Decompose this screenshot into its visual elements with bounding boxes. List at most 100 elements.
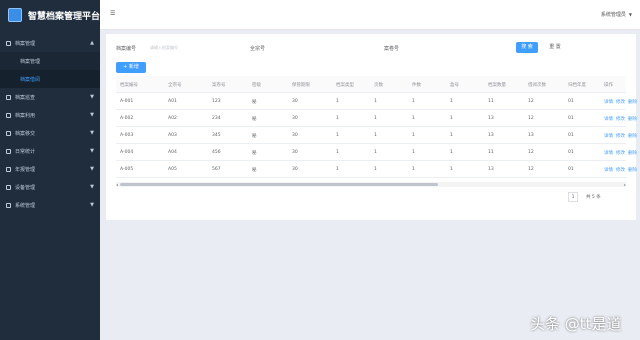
row-action-link[interactable]: 删除 (628, 116, 637, 122)
column-header[interactable]: 保管期限 (292, 82, 310, 88)
row-action-link[interactable]: 删除 (628, 99, 637, 105)
column-header[interactable]: 档案类型 (336, 82, 354, 88)
sidebar-menu: 档案管理 ▲ 档案管理 档案借阅 档案巡查 ▼ 档案利用 ▼ 档案移交 ▼ 日常统计 ▼ 年报管理 ▼ 设备… (0, 34, 100, 214)
sidebar-subitem[interactable]: 档案管理 (0, 52, 100, 70)
column-header[interactable]: 归档年度 (568, 82, 586, 88)
reset-button[interactable]: 重 置 (544, 42, 566, 53)
sidebar-item[interactable]: 日常统计 ▼ (0, 142, 100, 160)
table-cell: A05 (168, 167, 177, 172)
scroll-left-icon[interactable]: ◂ (116, 182, 118, 187)
sidebar-item-label: 系统管理 (15, 202, 36, 209)
column-header[interactable]: 盒号 (450, 82, 459, 88)
row-action-link[interactable]: 详情 (604, 150, 613, 156)
table-cell: A-004 (120, 150, 134, 155)
table-cell: 01 (568, 150, 574, 155)
top-header: ☰ 系统管理员 ▼ (100, 0, 640, 30)
table-cell: 567 (212, 167, 221, 172)
chevron-icon: ▼ (90, 94, 94, 100)
table-cell: 01 (568, 99, 574, 104)
table-cell: A-005 (120, 167, 134, 172)
table-row: A-001 A01 123 秘 30 1 1 1 1 11 12 01 详情 修改 删除 (116, 93, 637, 110)
table-cell: 1 (336, 99, 339, 104)
chevron-icon: ▼ (90, 202, 94, 208)
row-action-link[interactable]: 删除 (628, 150, 637, 156)
search-button[interactable]: 搜 索 (516, 42, 538, 53)
column-header[interactable]: 页数 (374, 82, 383, 88)
sidebar-item[interactable]: 设备管理 ▼ (0, 178, 100, 196)
sidebar-item-label: 档案利用 (15, 112, 36, 119)
sidebar: 智慧档案管理平台 档案管理 ▲ 档案管理 档案借阅 档案巡查 ▼ 档案利用 ▼ 档案移交 ▼ 日常统… (0, 0, 100, 340)
table-row: A-004 A04 456 秘 30 1 1 1 1 11 12 01 详情 修改 删除 (116, 144, 637, 161)
row-action-link[interactable]: 修改 (616, 99, 625, 105)
menu-icon (6, 130, 11, 136)
fonds-input[interactable] (268, 42, 363, 54)
sidebar-item[interactable]: 年报管理 ▼ (0, 160, 100, 178)
column-header[interactable]: 件数 (412, 82, 421, 88)
table-cell: 12 (528, 99, 534, 104)
column-header[interactable]: 案卷号 (212, 82, 226, 88)
column-header[interactable]: 全宗号 (168, 82, 182, 88)
menu-icon (6, 166, 11, 172)
row-action-link[interactable]: 修改 (616, 116, 625, 122)
row-action-link[interactable]: 修改 (616, 150, 625, 156)
row-action-link[interactable]: 删除 (628, 167, 637, 173)
row-action-link[interactable]: 修改 (616, 167, 625, 173)
user-menu[interactable]: 系统管理员 ▼ (601, 11, 632, 18)
sidebar-item-label: 年报管理 (15, 166, 36, 173)
menu-icon (6, 148, 11, 154)
table-cell: 345 (212, 133, 221, 138)
table-header: 档案编号 全宗号 案卷号 密级 保管期限 档案类型 页数 件数 盒号 档案数量 借阅次数 归档年度 操作 (116, 76, 626, 93)
column-header[interactable]: 操作 (604, 82, 613, 88)
table-cell: A02 (168, 116, 177, 121)
sidebar-item[interactable]: 档案巡查 ▼ (0, 88, 100, 106)
table-cell: 12 (528, 167, 534, 172)
table-cell: 13 (488, 133, 494, 138)
table-cell: A04 (168, 150, 177, 155)
menu-icon (6, 184, 11, 190)
table-cell: 秘 (252, 100, 257, 105)
sidebar-item[interactable]: 档案管理 ▲ (0, 34, 100, 52)
menu-toggle-icon[interactable]: ☰ (110, 10, 115, 17)
table-cell: 01 (568, 167, 574, 172)
column-header[interactable]: 借阅次数 (528, 82, 546, 88)
sidebar-item[interactable]: 系统管理 ▼ (0, 196, 100, 214)
row-action-link[interactable]: 详情 (604, 167, 613, 173)
filter-bar: 档案编号 请输入档案编号 全宗号 案卷号 搜 索 重 置 (116, 42, 626, 56)
scroll-right-icon[interactable]: ▸ (624, 182, 626, 187)
watermark: 头条 @tt是道 (530, 315, 622, 333)
filter-label-fonds: 全宗号 (250, 46, 266, 52)
chevron-icon: ▼ (90, 166, 94, 172)
table-cell: 456 (212, 150, 221, 155)
row-action-link[interactable]: 详情 (604, 133, 613, 139)
chevron-icon: ▲ (90, 40, 94, 46)
row-action-link[interactable]: 详情 (604, 99, 613, 105)
row-action-link[interactable]: 删除 (628, 133, 637, 139)
sidebar-item[interactable]: 档案移交 ▼ (0, 124, 100, 142)
table-cell: 30 (292, 133, 298, 138)
sidebar-item-label: 档案移交 (15, 130, 36, 137)
table-cell: A03 (168, 133, 177, 138)
row-action-link[interactable]: 详情 (604, 116, 613, 122)
add-button[interactable]: + 新增 (116, 62, 146, 73)
table-cell: 1 (374, 133, 377, 138)
column-header[interactable]: 档案数量 (488, 82, 506, 88)
horizontal-scrollbar[interactable]: ◂ ▸ (116, 182, 626, 187)
menu-icon (6, 40, 11, 46)
scrollbar-thumb[interactable] (120, 183, 438, 186)
sidebar-subitem[interactable]: 档案借阅 (0, 70, 100, 88)
column-header[interactable]: 档案编号 (120, 82, 138, 88)
logo-icon (8, 8, 22, 22)
chevron-down-icon: ▼ (628, 12, 632, 17)
table-cell: 1 (450, 150, 453, 155)
chevron-icon: ▼ (90, 112, 94, 118)
table-cell: 1 (336, 167, 339, 172)
volume-input[interactable] (402, 42, 502, 54)
sidebar-item-label: 设备管理 (15, 184, 36, 191)
archive-no-input[interactable]: 请输入档案编号 (146, 42, 236, 54)
row-action-link[interactable]: 修改 (616, 133, 625, 139)
sidebar-item[interactable]: 档案利用 ▼ (0, 106, 100, 124)
table-row: A-005 A05 567 秘 30 1 1 1 1 13 12 01 详情 修改 删除 (116, 161, 637, 178)
page-number[interactable]: 1 (568, 192, 578, 202)
column-header[interactable]: 密级 (252, 82, 261, 88)
logo: 智慧档案管理平台 (0, 0, 100, 30)
